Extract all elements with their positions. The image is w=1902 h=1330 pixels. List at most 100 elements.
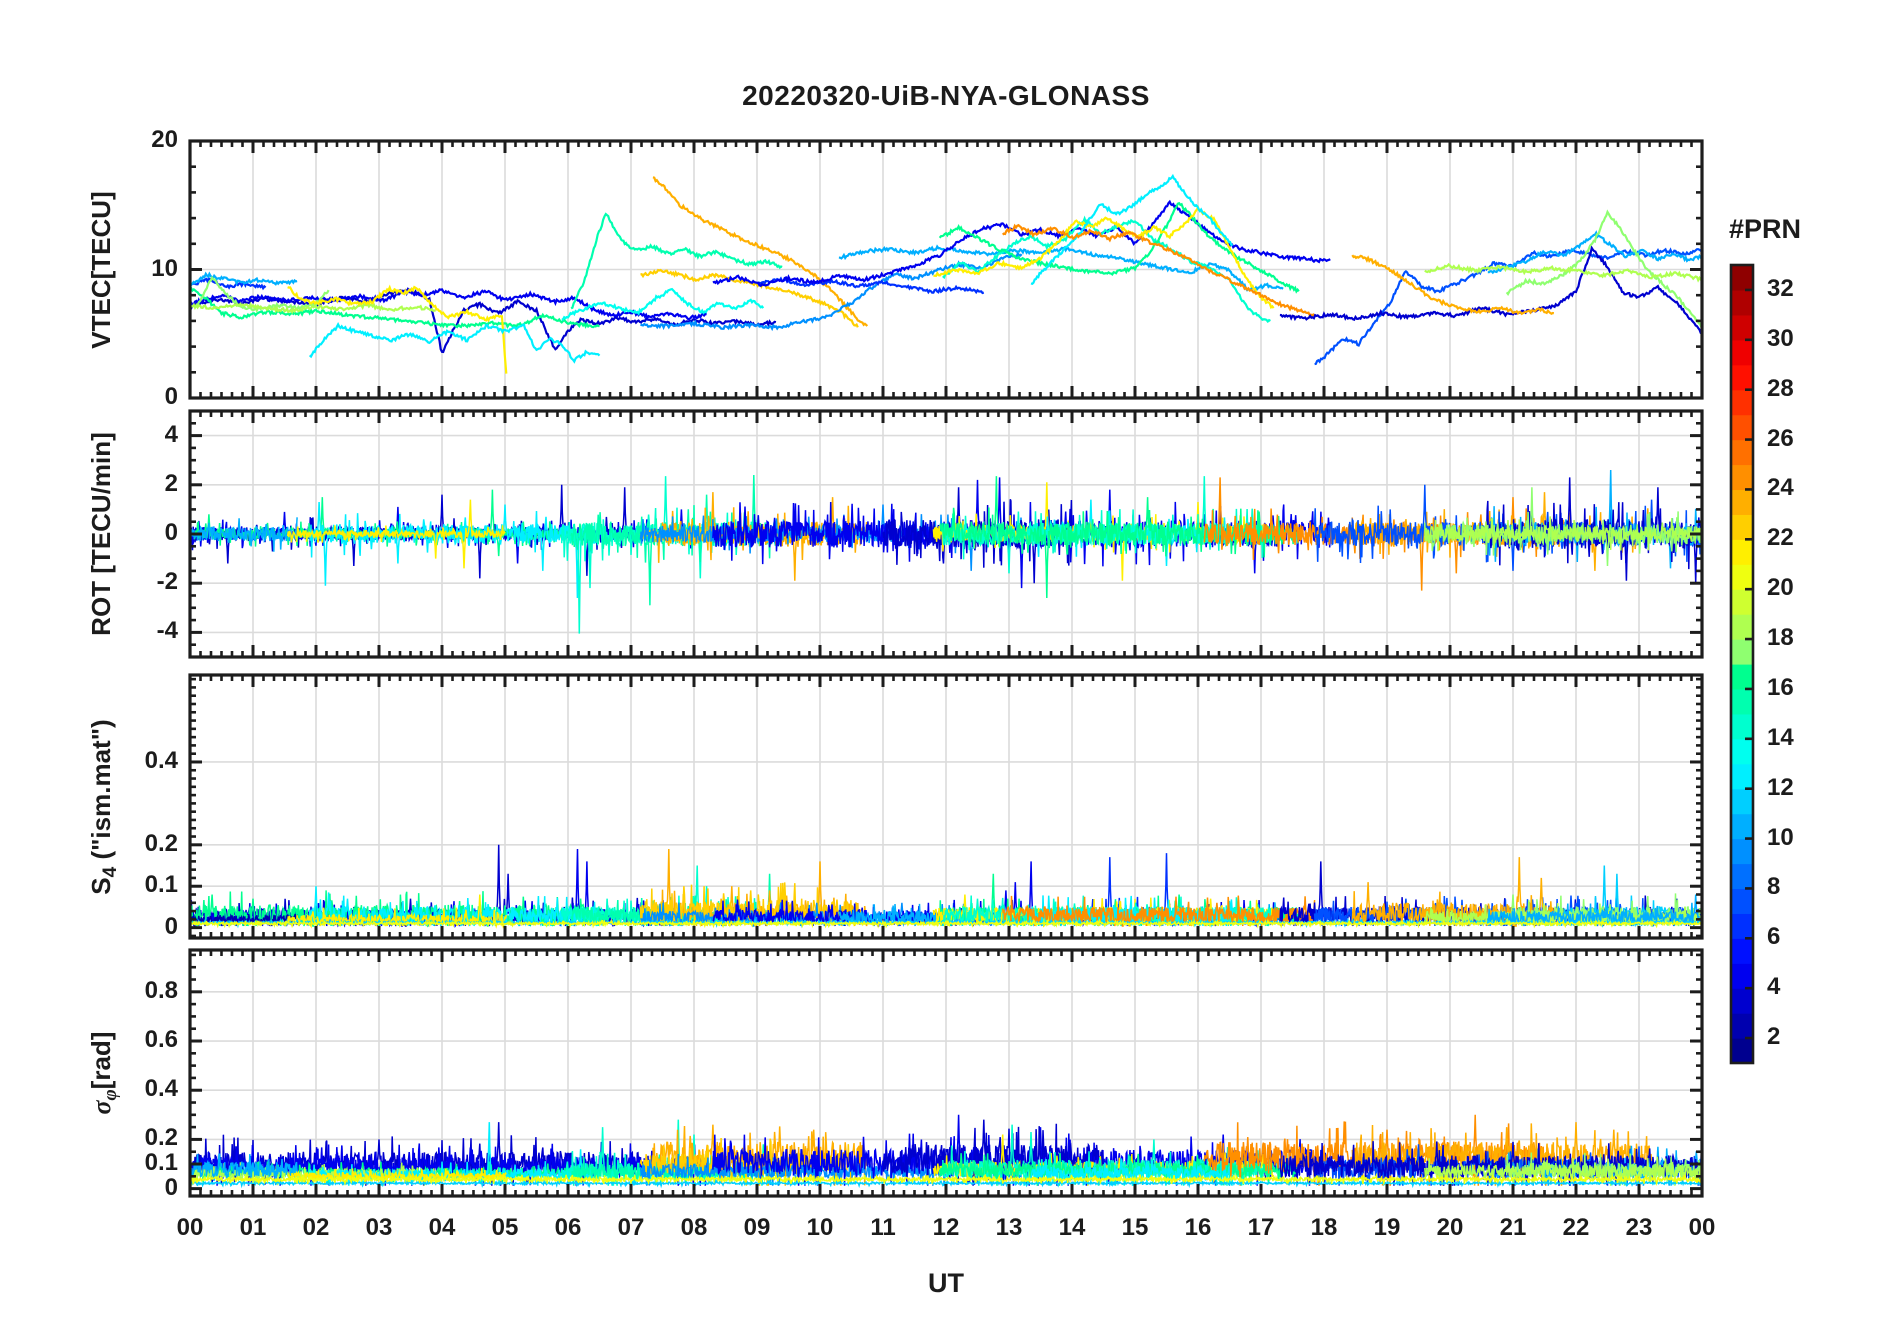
colorbar-cell [1731, 489, 1753, 515]
x-tick-label: 00 [176, 1214, 204, 1241]
x-tick-label: 19 [1373, 1214, 1401, 1241]
series-prn-21 [287, 284, 508, 374]
x-tick-label: 22 [1562, 1214, 1590, 1241]
plot-canvas [188, 139, 1755, 1198]
colorbar-cell [1731, 1013, 1753, 1039]
colorbar-cell [1731, 1038, 1753, 1064]
series-prn-14 [560, 476, 765, 634]
series-prn-4 [712, 199, 1331, 288]
colorbar-cell [1731, 888, 1753, 914]
colorbar-cell [1731, 988, 1753, 1014]
colorbar-cell [1731, 688, 1753, 715]
colorbar-tick-label: 30 [1767, 324, 1794, 352]
y-tick-label-vtec: 0 [164, 383, 178, 410]
colorbar-cell [1731, 938, 1753, 964]
colorbar-tick-label: 28 [1767, 374, 1794, 402]
x-tick-label: 01 [239, 1214, 267, 1241]
x-tick-label: 13 [995, 1214, 1023, 1241]
x-tick-label: 12 [932, 1214, 960, 1241]
colorbar-tick-label: 12 [1767, 773, 1794, 801]
colorbar-cell [1731, 614, 1753, 640]
series-prn-4 [191, 288, 707, 321]
colorbar-tick-label: 2 [1767, 1023, 1781, 1051]
colorbar-cell [1731, 389, 1753, 416]
x-tick-label: 20 [1436, 1214, 1464, 1241]
colorbar-cell [1731, 738, 1753, 765]
colorbar-tick-label: 18 [1767, 624, 1794, 652]
x-tick-label: 07 [617, 1214, 645, 1241]
y-tick-label-rot: 0 [164, 519, 178, 546]
colorbar-cell [1731, 439, 1753, 466]
x-tick-label: 06 [554, 1214, 582, 1241]
y-tick-label-rot: -4 [156, 617, 178, 645]
colorbar-cell [1731, 813, 1753, 840]
colorbar-tick-label: 22 [1767, 524, 1794, 552]
y-tick-label-vtec: 10 [151, 254, 178, 282]
x-tick-label: 21 [1499, 1214, 1527, 1241]
colorbar-tick-label: 20 [1767, 574, 1794, 602]
figure: 20220320-UiB-NYA-GLONASS VTEC[TECU] ROT … [0, 0, 1902, 1330]
x-tick-label: 11 [870, 1214, 896, 1241]
colorbar-tick-label: 10 [1767, 823, 1794, 851]
y-tick-label-rot: 4 [164, 420, 178, 448]
series-prn-21 [286, 499, 506, 569]
x-tick-label: 02 [302, 1214, 330, 1241]
y-tick-label-vtec: 20 [151, 126, 178, 153]
x-tick-label: 10 [806, 1214, 834, 1241]
y-tick-label-rot: -2 [156, 568, 178, 596]
x-tick-label: 18 [1310, 1214, 1338, 1241]
y-tick-label-sigma: 0 [164, 1173, 178, 1201]
colorbar-cell [1731, 913, 1753, 939]
y-tick-label-s4: 0.4 [144, 746, 178, 774]
x-tick-label: 23 [1625, 1214, 1653, 1241]
colorbar-cell [1731, 364, 1753, 391]
colorbar-tick-label: 24 [1767, 474, 1794, 502]
series-prn-12 [308, 321, 601, 364]
colorbar-tick-label: 6 [1767, 923, 1781, 951]
colorbar-title: #PRN [1728, 214, 1802, 244]
panel-vtec [188, 139, 1704, 400]
colorbar-cell [1731, 564, 1753, 590]
x-tick-label: 15 [1121, 1214, 1149, 1241]
colorbar-cell [1731, 589, 1753, 615]
x-tick-label: 16 [1184, 1214, 1212, 1241]
colorbar-cell [1731, 464, 1753, 491]
y-tick-label-sigma: 0.4 [144, 1075, 178, 1103]
y-tick-label-sigma: 0.1 [144, 1149, 178, 1177]
colorbar-cell [1731, 863, 1753, 890]
colorbar-tick-label: 4 [1767, 973, 1781, 1001]
x-tick-label: 05 [491, 1214, 519, 1241]
colorbar-cell [1731, 514, 1753, 540]
series-prn-17 [195, 275, 330, 314]
y-tick-label-rot: 2 [164, 469, 178, 497]
x-tick-label: 14 [1058, 1214, 1086, 1241]
colorbar-tick-label: 32 [1767, 274, 1794, 302]
colorbar-cell [1731, 314, 1753, 341]
colorbar-cell [1731, 838, 1753, 865]
x-tick-label: 17 [1247, 1214, 1275, 1241]
x-tick-label: 00 [1688, 1214, 1716, 1241]
colorbar-tick-label: 14 [1767, 723, 1794, 751]
colorbar-tick-label: 8 [1767, 873, 1781, 901]
y-tick-label-s4: 0 [164, 912, 178, 940]
series-prn-16 [938, 201, 1300, 294]
series-prn-23 [652, 176, 869, 327]
colorbar-tick-label: 26 [1767, 424, 1794, 452]
colorbar [1729, 263, 1755, 1065]
x-tick-label: 03 [365, 1214, 393, 1241]
panel-rot [188, 409, 1704, 659]
x-tick-label: 04 [428, 1214, 456, 1241]
colorbar-cell [1731, 339, 1753, 366]
x-tick-label: 08 [680, 1214, 708, 1241]
y-tick-label-sigma: 0.6 [144, 1026, 178, 1054]
colorbar-cell [1731, 414, 1753, 441]
colorbar-cell [1731, 763, 1753, 790]
y-tick-label-s4: 0.1 [144, 871, 178, 899]
colorbar-cell [1731, 639, 1753, 665]
y-tick-label-sigma: 0.8 [144, 976, 178, 1004]
colorbar-cell [1731, 713, 1753, 740]
panel-s4 [188, 673, 1704, 940]
x-tick-label: 09 [743, 1214, 771, 1241]
colorbar-cell [1731, 539, 1753, 565]
y-tick-label-sigma: 0.2 [144, 1124, 178, 1152]
